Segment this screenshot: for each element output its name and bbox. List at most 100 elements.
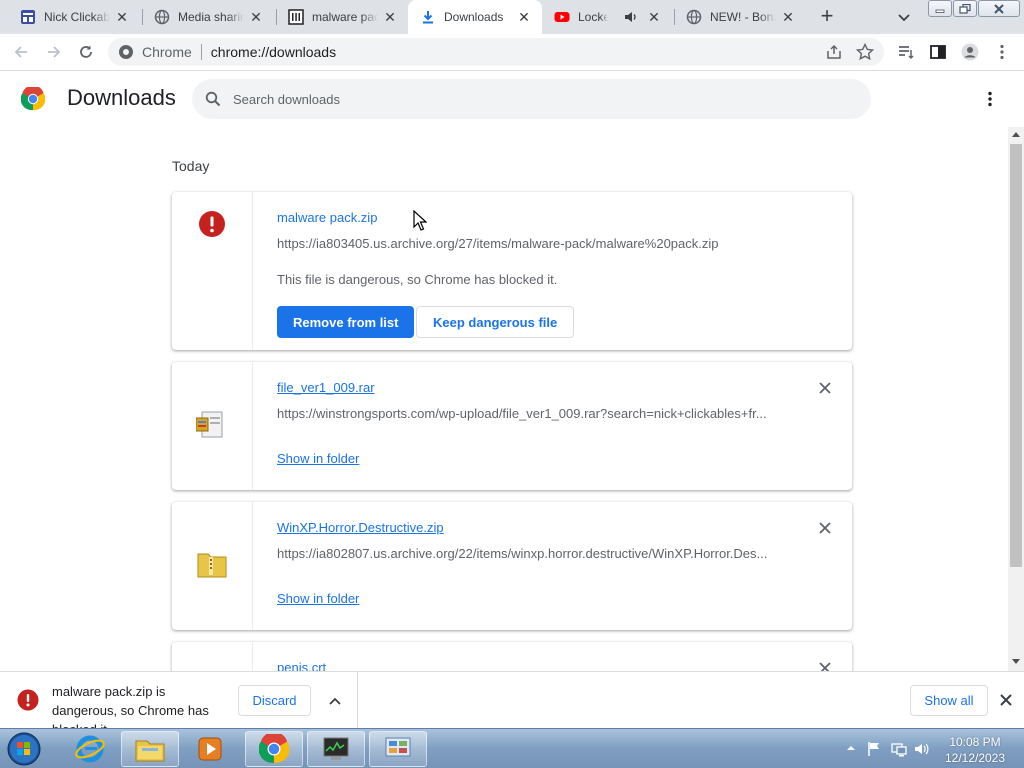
- windows-taskbar: 10:08 PM 12/12/2023: [0, 728, 1024, 768]
- tab-strip: Nick Clickables ✕ Media sharing ✕ malwar…: [0, 0, 1024, 34]
- clock-date: 12/12/2023: [944, 751, 1006, 765]
- show-hidden-icons-icon[interactable]: [846, 743, 856, 753]
- tab-nick-clickables[interactable]: Nick Clickables ✕: [8, 0, 140, 34]
- bookmark-star-icon[interactable]: [855, 42, 875, 64]
- tab-title: Downloads: [444, 10, 504, 24]
- show-all-button[interactable]: Show all: [910, 685, 988, 716]
- remove-from-list-button[interactable]: Remove from list: [277, 306, 415, 338]
- reload-icon[interactable]: [77, 43, 95, 61]
- file-url: https://ia802807.us.archive.org/22/items…: [277, 546, 768, 561]
- tab-malware-pack[interactable]: malware pack ✕: [276, 0, 408, 34]
- warning-icon: [199, 211, 225, 237]
- chrome-icon[interactable]: [245, 731, 303, 767]
- tab-title: Nick Clickables: [44, 10, 110, 24]
- close-icon[interactable]: ✕: [114, 9, 130, 25]
- file-explorer-icon[interactable]: [121, 731, 179, 767]
- tab-locker[interactable]: Locker 1 ✕: [542, 0, 672, 34]
- danger-message: This file is dangerous, so Chrome has bl…: [277, 272, 558, 287]
- file-icon-column: [172, 192, 253, 350]
- reading-list-icon[interactable]: [897, 43, 915, 61]
- zip-folder-icon: [197, 553, 227, 578]
- start-button[interactable]: [4, 731, 44, 767]
- restore-button[interactable]: [953, 0, 977, 17]
- show-in-folder-link[interactable]: Show in folder: [277, 591, 359, 606]
- action-center-flag-icon[interactable]: [866, 741, 882, 757]
- file-name-link[interactable]: malware pack.zip: [277, 210, 377, 225]
- chevron-up-icon[interactable]: [327, 693, 343, 709]
- show-in-folder-link[interactable]: Show in folder: [277, 451, 359, 466]
- globe-icon: [154, 9, 170, 25]
- tab-title: Media sharing: [178, 10, 244, 24]
- download-item: WinXP.Horror.Destructive.zip https://ia8…: [172, 502, 852, 630]
- search-input[interactable]: [233, 91, 833, 107]
- remove-item-close-icon[interactable]: [818, 521, 832, 535]
- internet-explorer-icon[interactable]: [61, 731, 119, 767]
- date-group-header: Today: [172, 158, 210, 174]
- scroll-up-arrow-icon[interactable]: [1012, 131, 1020, 137]
- rar-archive-icon: [196, 411, 223, 438]
- close-icon[interactable]: ✕: [646, 9, 662, 25]
- network-icon[interactable]: [891, 741, 907, 757]
- more-actions-icon[interactable]: [981, 90, 999, 108]
- download-item: penis.crt: [172, 642, 852, 671]
- close-icon[interactable]: ✕: [780, 9, 796, 25]
- search-icon: [205, 91, 221, 107]
- search-bar: [192, 79, 871, 119]
- file-url: https://ia803405.us.archive.org/27/items…: [277, 236, 719, 251]
- system-clock[interactable]: 10:08 PM 12/12/2023: [935, 734, 1015, 766]
- warning-icon: [17, 689, 39, 711]
- tab-search-chevron-icon[interactable]: [895, 8, 913, 26]
- profile-avatar-icon[interactable]: [961, 43, 979, 61]
- tab-title: Locker 1: [578, 10, 608, 24]
- file-icon-column: [172, 502, 253, 630]
- downloads-header: Downloads: [0, 71, 1024, 127]
- new-tab-button[interactable]: +: [816, 5, 838, 27]
- tab-bonzi[interactable]: NEW! - Bonzi ✕: [674, 0, 806, 34]
- download-shelf: malware pack.zip is dangerous, so Chrome…: [0, 671, 1024, 737]
- youtube-icon: [554, 9, 570, 25]
- remove-item-close-icon[interactable]: [818, 661, 832, 671]
- window-close-button[interactable]: [978, 0, 1020, 17]
- file-name-link[interactable]: penis.crt: [277, 660, 326, 671]
- close-icon[interactable]: ✕: [382, 9, 398, 25]
- share-icon[interactable]: [826, 44, 842, 63]
- control-panel-icon[interactable]: [369, 731, 427, 767]
- discard-button[interactable]: Discard: [238, 685, 311, 716]
- tab-downloads[interactable]: Downloads ✕: [408, 0, 542, 34]
- file-url: https://winstrongsports.com/wp-upload/fi…: [277, 406, 767, 421]
- site-label: Chrome: [142, 44, 192, 60]
- archive-icon: [288, 9, 304, 25]
- close-shelf-icon[interactable]: [998, 692, 1014, 708]
- address-bar[interactable]: Chrome chrome://downloads: [108, 38, 884, 66]
- volume-icon[interactable]: [914, 741, 930, 757]
- scrollbar[interactable]: [1008, 127, 1024, 671]
- globe-icon: [686, 9, 702, 25]
- file-name-link[interactable]: WinXP.Horror.Destructive.zip: [277, 520, 444, 535]
- download-item-dangerous: malware pack.zip https://ia803405.us.arc…: [172, 192, 852, 350]
- forward-arrow-icon[interactable]: [45, 43, 63, 61]
- close-icon[interactable]: ✕: [248, 9, 264, 25]
- clock-time: 10:08 PM: [949, 735, 1001, 749]
- file-icon-column: [172, 362, 253, 490]
- file-name-link[interactable]: file_ver1_009.rar: [277, 380, 375, 395]
- page-title: Downloads: [67, 85, 176, 110]
- minimize-button[interactable]: [928, 0, 952, 17]
- media-player-icon[interactable]: [181, 731, 239, 767]
- scrollbar-thumb[interactable]: [1010, 144, 1022, 567]
- download-icon: [420, 9, 436, 25]
- tab-media-sharing[interactable]: Media sharing ✕: [142, 0, 274, 34]
- task-manager-icon[interactable]: [307, 731, 365, 767]
- download-item: file_ver1_009.rar https://winstrongsport…: [172, 362, 852, 490]
- close-icon[interactable]: ✕: [516, 9, 532, 25]
- speaker-icon[interactable]: [624, 9, 638, 25]
- shelf-download-item: malware pack.zip is dangerous, so Chrome…: [0, 672, 358, 737]
- chrome-menu-icon[interactable]: [993, 43, 1011, 61]
- side-panel-icon[interactable]: [929, 43, 947, 61]
- scroll-down-arrow-icon[interactable]: [1012, 659, 1020, 665]
- omnibox-divider: [200, 44, 202, 60]
- url-text[interactable]: chrome://downloads: [211, 44, 336, 60]
- keep-dangerous-file-button[interactable]: Keep dangerous file: [416, 306, 575, 338]
- back-arrow-icon[interactable]: [12, 43, 30, 61]
- chrome-site-icon: [118, 44, 134, 63]
- remove-item-close-icon[interactable]: [818, 381, 832, 395]
